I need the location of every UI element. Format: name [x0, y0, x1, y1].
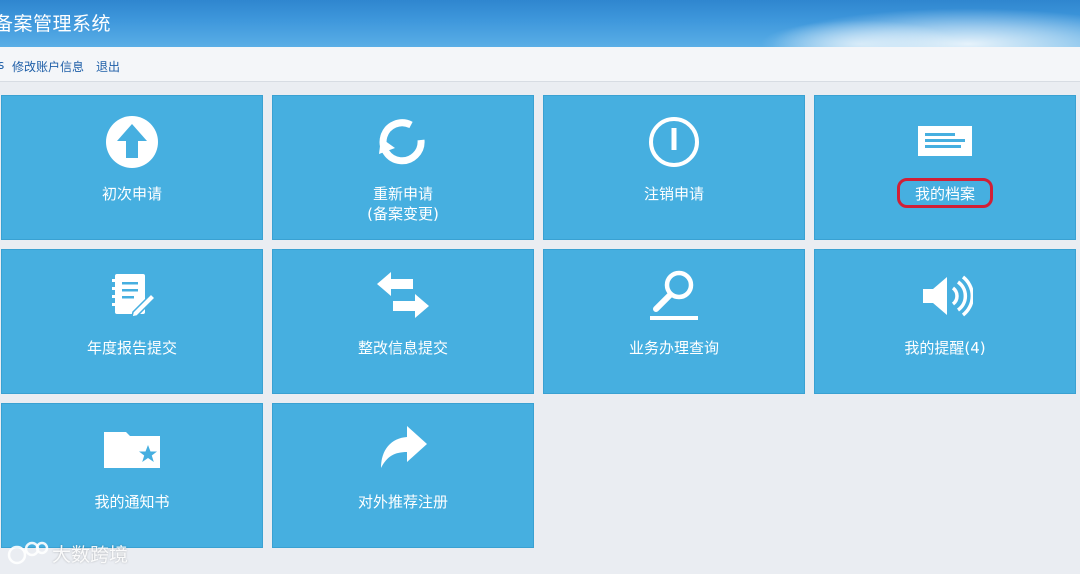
tile-my-archive[interactable]: 我的档案	[814, 95, 1076, 240]
watermark-text: 大数跨境	[52, 544, 129, 566]
tile-label: 我的通知书	[94, 493, 170, 511]
tile-label: 对外推荐注册	[357, 493, 448, 511]
tile-label: 年度报告提交	[86, 339, 177, 357]
tile-label: 重新申请	[372, 185, 433, 203]
tile-sublabel: (备案变更)	[367, 205, 439, 223]
tile-business-query[interactable]: 业务办理查询	[543, 249, 805, 394]
tile-reapplication[interactable]: 重新申请 (备案变更)	[272, 95, 534, 240]
folder-star-icon	[104, 422, 160, 478]
highlight-annotation	[897, 178, 993, 208]
speaker-icon	[917, 268, 973, 324]
tile-label: 初次申请	[101, 185, 162, 203]
app-title: 备案管理系统	[0, 13, 112, 35]
tile-my-notices[interactable]: 我的通知书	[1, 403, 263, 548]
tile-rectification-submit[interactable]: 整改信息提交	[272, 249, 534, 394]
header-cloud-decoration	[760, 20, 960, 47]
sub-navigation: s 修改账户信息 退出	[0, 47, 1080, 82]
edit-account-link[interactable]: 修改账户信息	[12, 58, 84, 75]
tile-label: 业务办理查询	[628, 339, 719, 357]
tile-label: 我的提醒(4)	[904, 339, 986, 357]
upload-arrow-icon	[104, 114, 160, 170]
document-icon	[917, 114, 973, 170]
tile-cancellation[interactable]: 注销申请	[543, 95, 805, 240]
logout-link[interactable]: 退出	[96, 58, 120, 75]
tile-label: 整改信息提交	[357, 339, 448, 357]
share-arrow-icon	[375, 422, 431, 478]
tile-my-reminders[interactable]: 我的提醒(4)	[814, 249, 1076, 394]
watermark-logo-icon	[6, 540, 50, 566]
swap-arrows-icon	[375, 268, 431, 324]
truncated-link[interactable]: s	[0, 58, 4, 72]
tile-external-referral[interactable]: 对外推荐注册	[272, 403, 534, 548]
tile-label: 注销申请	[643, 185, 704, 203]
refresh-icon	[375, 114, 431, 170]
tile-annual-report[interactable]: 年度报告提交	[1, 249, 263, 394]
app-header: 备案管理系统	[0, 0, 1080, 47]
notebook-pen-icon	[104, 268, 160, 324]
tile-initial-application[interactable]: 初次申请	[1, 95, 263, 240]
power-icon	[646, 114, 702, 170]
magnifier-icon	[646, 268, 702, 324]
